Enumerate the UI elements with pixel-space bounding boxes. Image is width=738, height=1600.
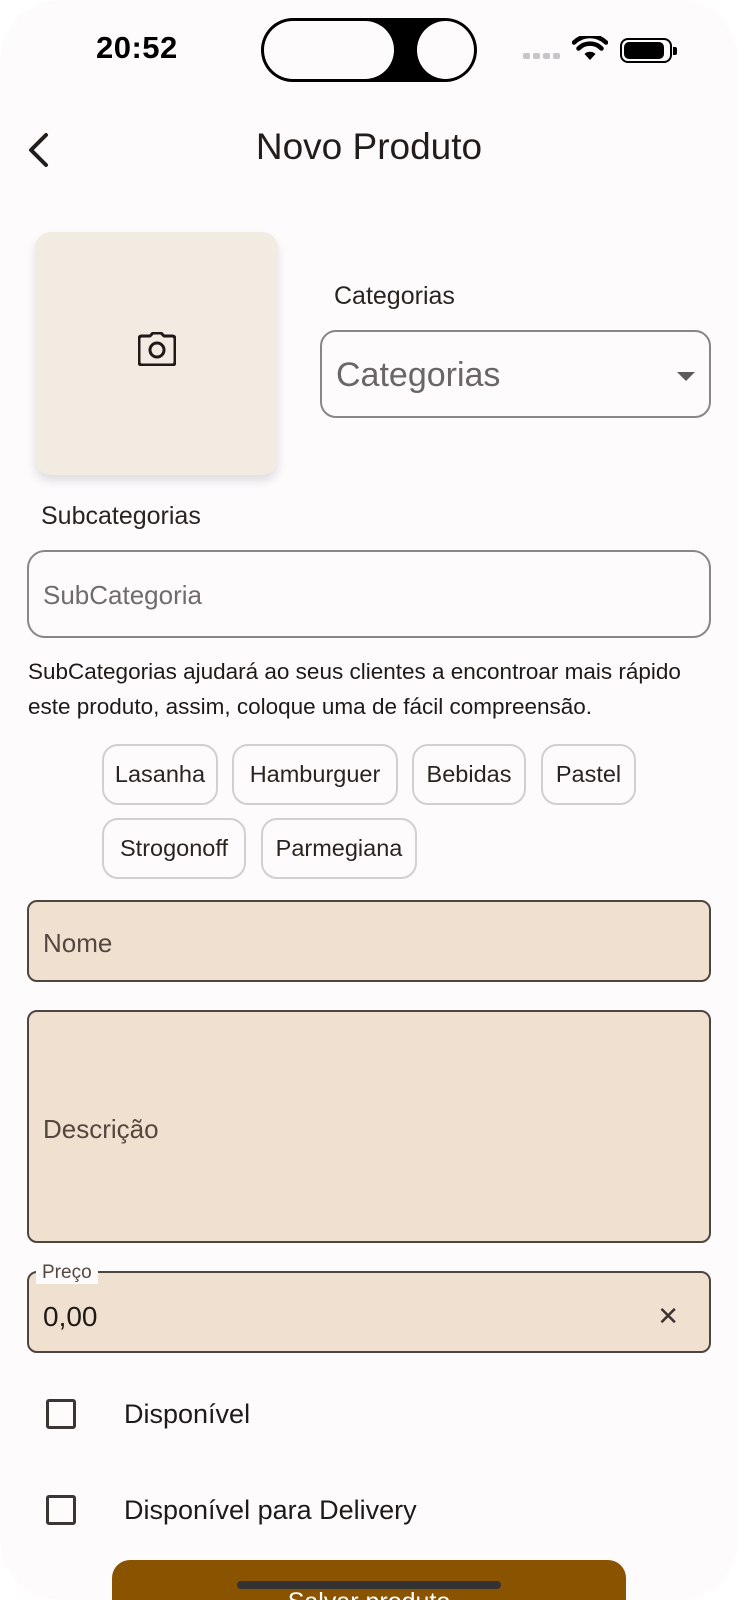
subcategory-input[interactable] (43, 580, 683, 611)
chip-parmegiana[interactable]: Parmegiana (261, 818, 417, 879)
page-title: Novo Produto (255, 126, 483, 167)
available-label: Disponível (124, 1399, 251, 1429)
name-placeholder: Nome (43, 928, 113, 958)
cellular-signal-icon (523, 53, 563, 60)
categories-dropdown[interactable]: Categorias (320, 330, 711, 418)
camera-icon (138, 332, 176, 366)
home-indicator (237, 1581, 501, 1589)
save-product-button[interactable]: Salvar produto (112, 1560, 626, 1600)
chip-bebidas[interactable]: Bebidas (412, 744, 526, 805)
battery-icon (620, 38, 677, 63)
status-time: 20:52 (96, 30, 178, 65)
dropdown-arrow-icon (677, 372, 695, 381)
delivery-label: Disponível para Delivery (124, 1495, 417, 1525)
price-field[interactable]: 0,00 ✕ (27, 1271, 711, 1353)
screen: 20:52 Novo Produto Categorias Categorias… (0, 0, 738, 1600)
description-placeholder: Descrição (43, 1114, 159, 1144)
subcategory-field[interactable] (27, 550, 711, 638)
dynamic-island (261, 18, 477, 82)
chip-lasanha[interactable]: Lasanha (102, 744, 218, 805)
product-photo-picker[interactable] (35, 232, 278, 475)
chip-hamburguer[interactable]: Hamburguer (232, 744, 398, 805)
close-icon[interactable]: ✕ (657, 1301, 679, 1332)
categories-label: Categorias (334, 282, 455, 310)
subcategories-label: Subcategorias (41, 502, 201, 530)
name-field[interactable]: Nome (27, 900, 711, 982)
available-checkbox[interactable] (46, 1399, 76, 1429)
categories-selected-value: Categorias (336, 356, 501, 394)
chip-pastel[interactable]: Pastel (541, 744, 636, 805)
subcategory-helper-text: SubCategorias ajudará ao seus clientes a… (28, 659, 681, 719)
chip-strogonoff[interactable]: Strogonoff (102, 818, 246, 879)
wifi-icon (572, 36, 608, 60)
description-field[interactable]: Descrição (27, 1010, 711, 1243)
price-label: Preço (36, 1262, 98, 1284)
delivery-checkbox[interactable] (46, 1495, 76, 1525)
price-value: 0,00 (43, 1301, 98, 1332)
